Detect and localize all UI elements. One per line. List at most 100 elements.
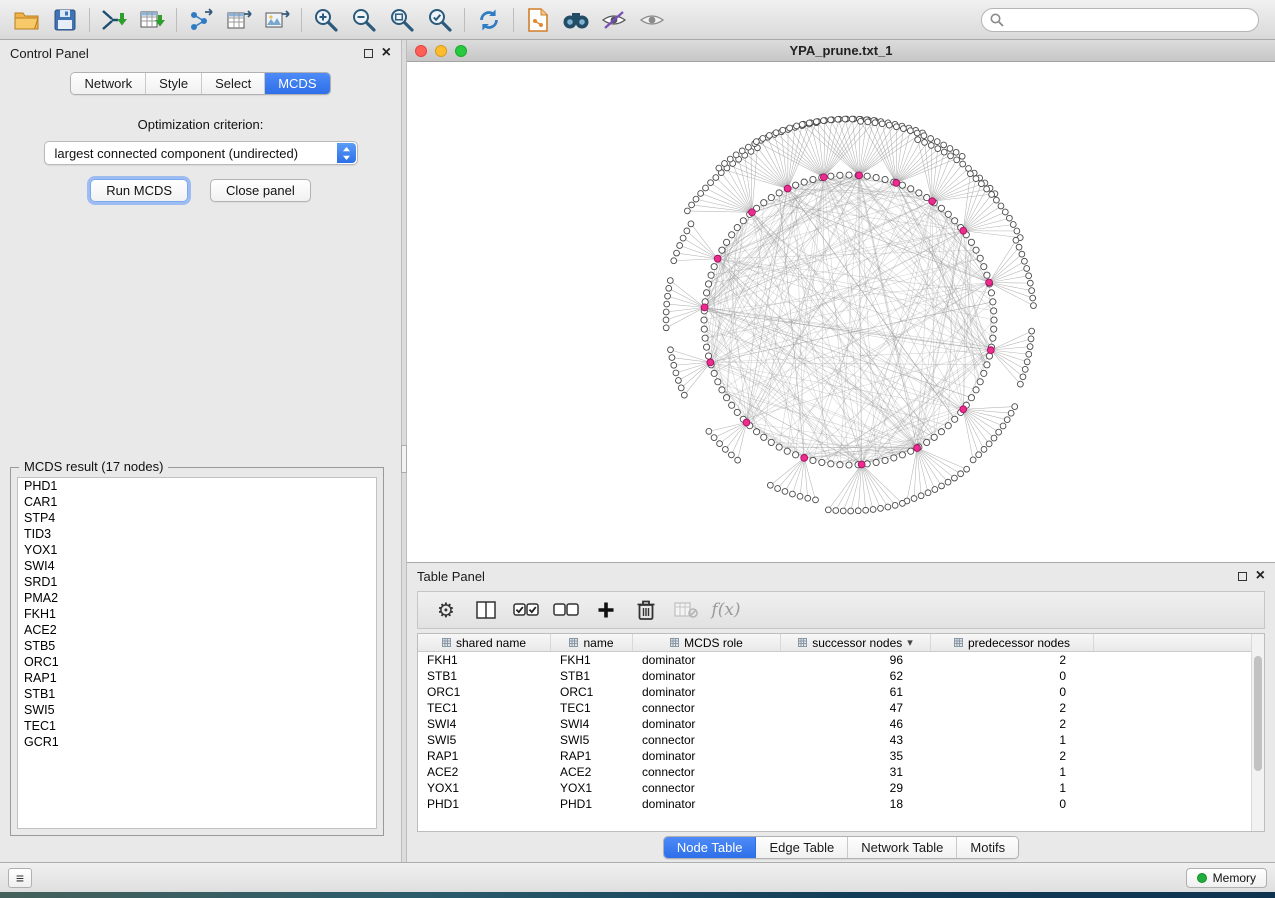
criterion-dropdown[interactable]: largest connected component (undirected) [44, 141, 358, 165]
show-columns-button[interactable] [466, 595, 506, 625]
mcds-result-item[interactable]: TEC1 [18, 718, 376, 734]
table-cell: dominator [633, 716, 781, 732]
zoom-in-button[interactable] [307, 4, 345, 36]
mcds-result-item[interactable]: SWI5 [18, 702, 376, 718]
table-settings-button[interactable]: ⚙ [426, 595, 466, 625]
tab-mcds[interactable]: MCDS [265, 73, 329, 94]
table-cell: 1 [931, 764, 1094, 780]
toolbar-separator [89, 8, 90, 32]
close-table-panel-icon[interactable]: × [1256, 568, 1265, 584]
export-table-button[interactable] [220, 4, 258, 36]
panel-splitter[interactable] [401, 40, 407, 862]
table-row[interactable]: STB1STB1dominator620 [418, 668, 1264, 684]
tab-network-table[interactable]: Network Table [848, 837, 957, 858]
table-row[interactable]: YOX1YOX1connector291 [418, 780, 1264, 796]
function-builder-button[interactable]: f(x) [706, 595, 746, 625]
clone-network-button[interactable] [519, 4, 557, 36]
show-all-button[interactable] [633, 4, 671, 36]
import-table-button[interactable] [133, 4, 171, 36]
memory-button[interactable]: Memory [1186, 868, 1267, 888]
zoom-fit-button[interactable] [383, 4, 421, 36]
tab-edge-table[interactable]: Edge Table [756, 837, 848, 858]
mcds-result-item[interactable]: PHD1 [18, 478, 376, 494]
mcds-result-item[interactable]: FKH1 [18, 606, 376, 622]
open-file-button[interactable] [8, 4, 46, 36]
add-column-button[interactable] [586, 595, 626, 625]
table-cell: FKH1 [551, 652, 633, 668]
toolbar-search[interactable] [981, 8, 1259, 32]
tab-select[interactable]: Select [202, 73, 265, 94]
delete-table-button-disabled[interactable] [666, 595, 706, 625]
float-table-panel-icon[interactable] [1238, 572, 1247, 581]
mcds-result-item[interactable]: STP4 [18, 510, 376, 526]
refresh-button[interactable] [470, 4, 508, 36]
table-row[interactable]: SWI5SWI5connector431 [418, 732, 1264, 748]
tab-node-table[interactable]: Node Table [664, 837, 757, 858]
mcds-buttons-row: Run MCDS Close panel [0, 179, 401, 202]
sort-desc-icon: ▾ [907, 636, 913, 649]
table-cell: dominator [633, 668, 781, 684]
deselect-all-button[interactable] [546, 595, 586, 625]
mcds-result-item[interactable]: GCR1 [18, 734, 376, 750]
column-header-MCDS-role[interactable]: MCDS role [633, 634, 781, 651]
import-network-button[interactable] [95, 4, 133, 36]
column-header-predecessor-nodes[interactable]: predecessor nodes [931, 634, 1094, 651]
table-cell: YOX1 [551, 780, 633, 796]
mcds-result-item[interactable]: ORC1 [18, 654, 376, 670]
find-button[interactable] [557, 4, 595, 36]
table-row[interactable]: FKH1FKH1dominator962 [418, 652, 1264, 668]
delete-column-button[interactable] [626, 595, 666, 625]
mcds-result-list[interactable]: PHD1CAR1STP4TID3YOX1SWI4SRD1PMA2FKH1ACE2… [17, 477, 377, 829]
close-panel-icon[interactable]: × [382, 45, 391, 61]
zoom-selected-button[interactable] [421, 4, 459, 36]
mcds-result-item[interactable]: STB5 [18, 638, 376, 654]
folder-icon [14, 9, 40, 31]
mcds-result-item[interactable]: RAP1 [18, 670, 376, 686]
float-panel-icon[interactable] [364, 49, 373, 58]
mcds-result-item[interactable]: SRD1 [18, 574, 376, 590]
run-mcds-button[interactable]: Run MCDS [90, 179, 188, 202]
export-image-button[interactable] [258, 4, 296, 36]
select-all-button[interactable] [506, 595, 546, 625]
column-header-shared-name[interactable]: shared name [418, 634, 551, 651]
table-tabs-row: Node TableEdge TableNetwork TableMotifs [407, 832, 1275, 862]
magnifier-plus-icon [313, 7, 339, 33]
close-panel-button[interactable]: Close panel [210, 179, 311, 202]
table-cell: SWI4 [551, 716, 633, 732]
table-row[interactable]: RAP1RAP1dominator352 [418, 748, 1264, 764]
splitter-grip[interactable] [401, 445, 407, 473]
tab-network[interactable]: Network [71, 73, 146, 94]
minimize-window-icon[interactable] [435, 45, 447, 57]
mcds-result-item[interactable]: YOX1 [18, 542, 376, 558]
column-header-name[interactable]: name [551, 634, 633, 651]
mcds-result-item[interactable]: STB1 [18, 686, 376, 702]
zoom-out-button[interactable] [345, 4, 383, 36]
panel-menu-button[interactable]: ≡ [8, 868, 32, 888]
table-scrollbar[interactable] [1251, 634, 1264, 831]
table-row[interactable]: SWI4SWI4dominator462 [418, 716, 1264, 732]
close-window-icon[interactable] [415, 45, 427, 57]
hide-selected-button[interactable] [595, 4, 633, 36]
tab-motifs[interactable]: Motifs [957, 837, 1018, 858]
export-network-button[interactable] [182, 4, 220, 36]
mcds-result-item[interactable]: PMA2 [18, 590, 376, 606]
mcds-result-item[interactable]: TID3 [18, 526, 376, 542]
mcds-result-item[interactable]: CAR1 [18, 494, 376, 510]
network-titlebar[interactable]: YPA_prune.txt_1 [407, 40, 1275, 62]
table-row[interactable]: TEC1TEC1connector472 [418, 700, 1264, 716]
table-row[interactable]: PHD1PHD1dominator180 [418, 796, 1264, 812]
column-header-successor-nodes[interactable]: successor nodes▾ [781, 634, 931, 651]
document-share-icon [527, 8, 549, 32]
gear-icon: ⚙ [437, 598, 455, 622]
mcds-result-item[interactable]: SWI4 [18, 558, 376, 574]
table-row[interactable]: ORC1ORC1dominator610 [418, 684, 1264, 700]
scrollbar-thumb[interactable] [1254, 656, 1262, 771]
network-canvas[interactable] [407, 62, 1275, 562]
search-input[interactable] [1010, 13, 1250, 27]
maximize-window-icon[interactable] [455, 45, 467, 57]
table-toolbar: ⚙ [417, 591, 1265, 629]
save-session-button[interactable] [46, 4, 84, 36]
tab-style[interactable]: Style [146, 73, 202, 94]
mcds-result-item[interactable]: ACE2 [18, 622, 376, 638]
table-row[interactable]: ACE2ACE2connector311 [418, 764, 1264, 780]
